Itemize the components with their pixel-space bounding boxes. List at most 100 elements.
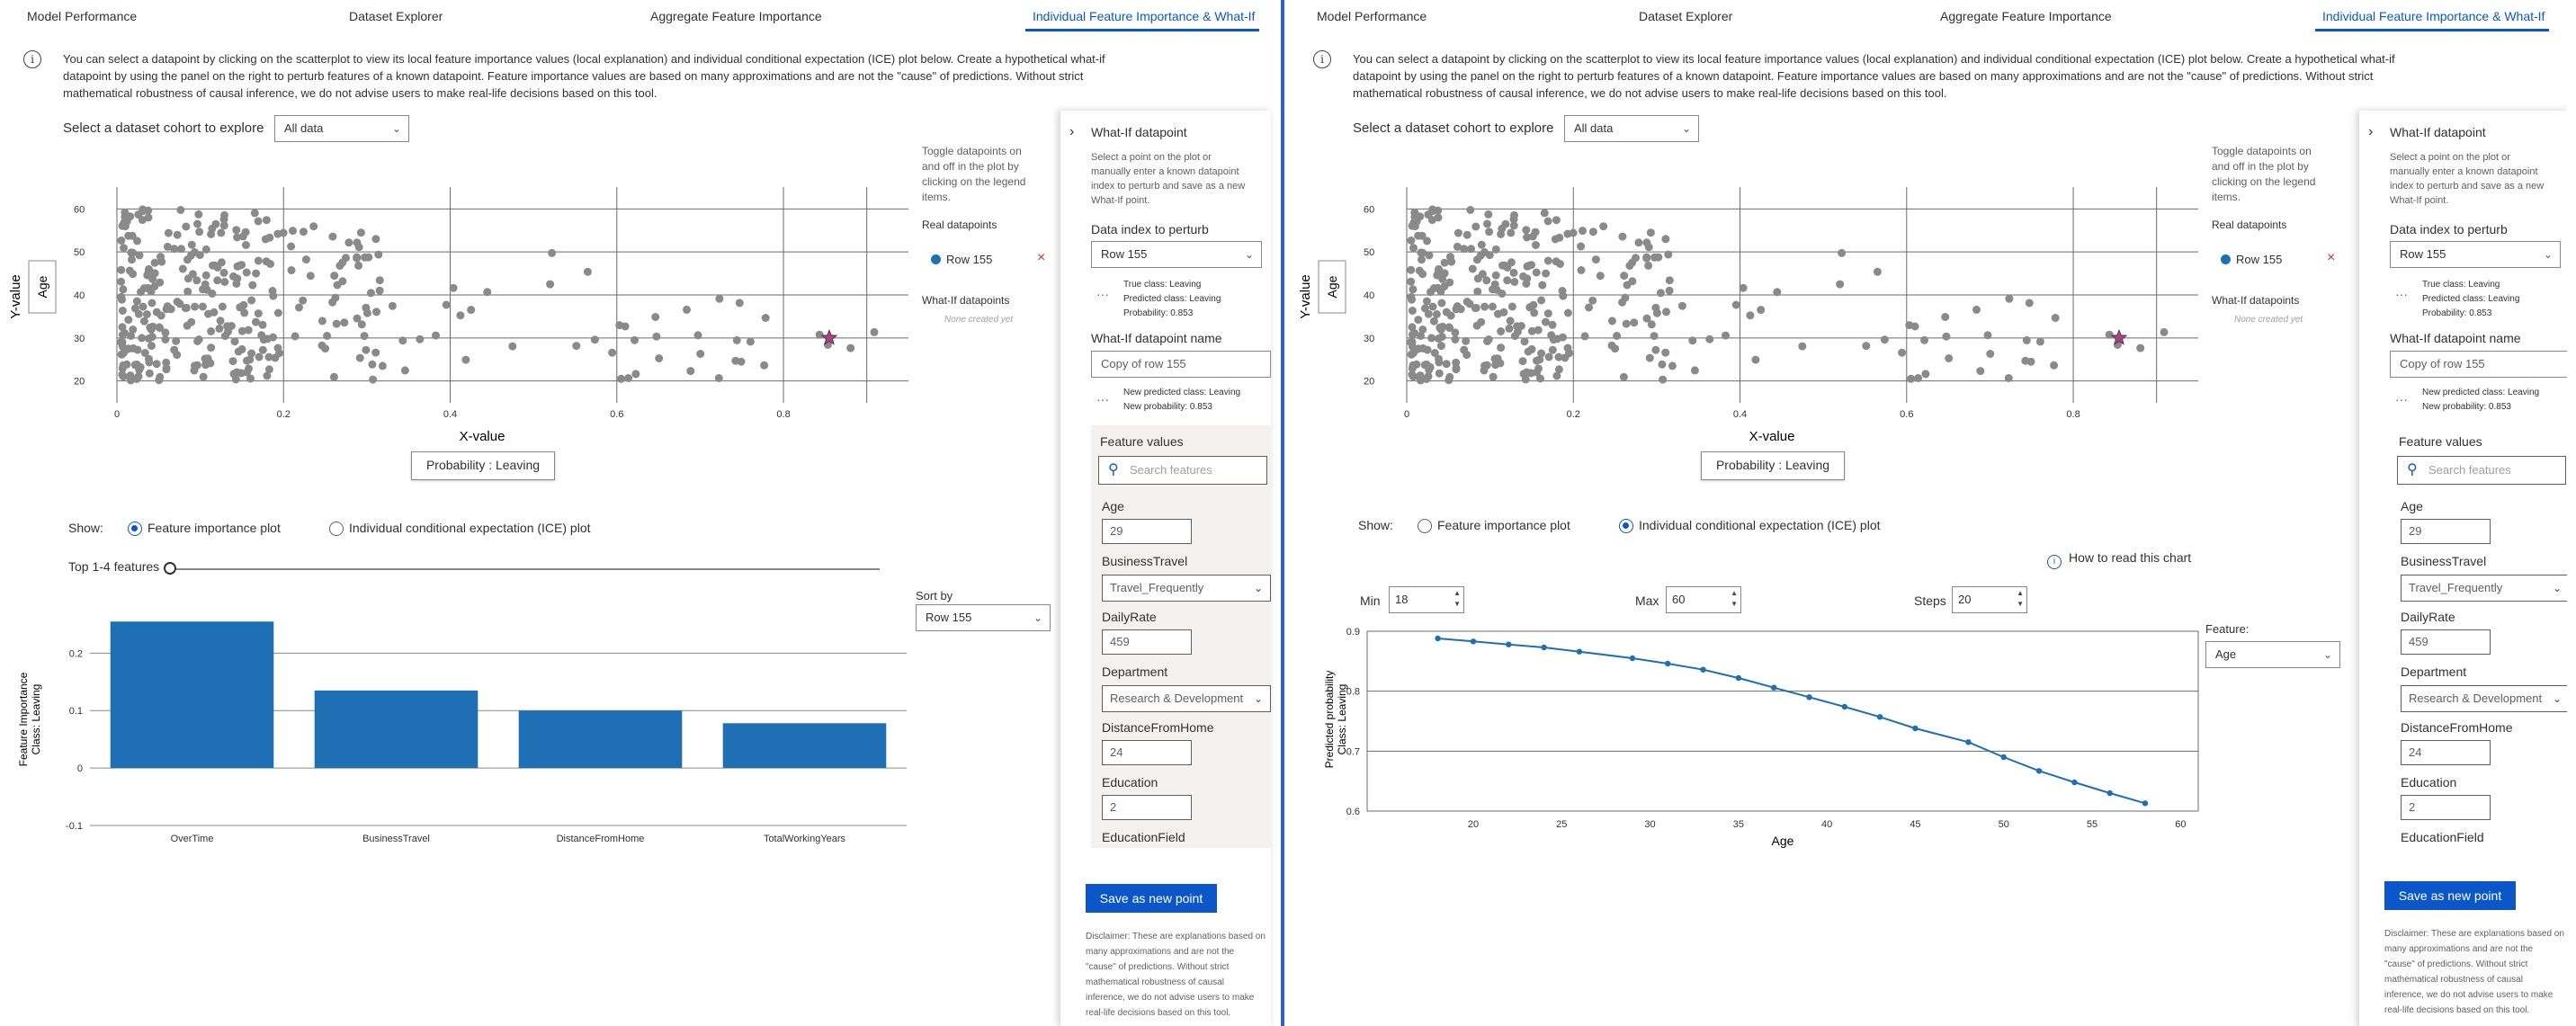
feature-dist-input[interactable]: 24 bbox=[2401, 740, 2491, 765]
ice-line[interactable] bbox=[1435, 635, 2149, 807]
spinner-arrows-icon[interactable]: ▲ ▼ bbox=[2017, 588, 2024, 610]
scatter-point bbox=[254, 217, 263, 226]
feature-values-title: Feature values bbox=[1100, 434, 1184, 449]
feature-dist-input[interactable]: 24 bbox=[1102, 740, 1192, 765]
feature-age-input[interactable]: 29 bbox=[2401, 519, 2491, 544]
whatif-name-input[interactable]: Copy of row 155 bbox=[2390, 351, 2567, 378]
scatter-point bbox=[1623, 281, 1632, 290]
feature-rate-input[interactable]: 459 bbox=[2401, 629, 2491, 655]
top-features-slider-thumb[interactable] bbox=[164, 562, 176, 575]
feature-edu-input[interactable]: 2 bbox=[1102, 795, 1192, 820]
scatter-point bbox=[1656, 289, 1665, 298]
spinner-arrows-icon[interactable]: ▲ ▼ bbox=[1731, 588, 1738, 610]
index-dropdown[interactable]: Row 155 ⌄ bbox=[2390, 241, 2561, 268]
legend-whatif-none: None created yet bbox=[944, 315, 1014, 325]
x-axis-selector[interactable]: Probability : Leaving bbox=[1701, 451, 1845, 480]
scatter-point bbox=[442, 300, 451, 309]
cohort-dropdown[interactable]: All data ⌄ bbox=[1564, 115, 1699, 142]
feature-search-input[interactable]: ⚲ Search features bbox=[1098, 456, 1267, 485]
scatter-point bbox=[1661, 348, 1670, 357]
ice-point bbox=[1735, 674, 1742, 682]
feature-dept-dropdown[interactable]: Research & Development ⌄ bbox=[2401, 685, 2567, 712]
scatter-point bbox=[1422, 360, 1431, 369]
tab-aggregate-feature-importance[interactable]: Aggregate Feature Importance bbox=[1940, 9, 2112, 23]
index-value: Row 155 bbox=[1101, 247, 1148, 261]
steps-spinner[interactable]: 20 ▲ ▼ bbox=[1952, 586, 2027, 613]
tab-individual-feature-importance[interactable]: Individual Feature Importance & What-If bbox=[2322, 9, 2545, 23]
remove-icon[interactable]: × bbox=[1037, 250, 1045, 266]
sort-by-dropdown[interactable]: Row 155 ⌄ bbox=[916, 604, 1051, 631]
feature-age-input[interactable]: 29 bbox=[1102, 519, 1192, 544]
scatter-point bbox=[1424, 309, 1433, 318]
feature-search-input[interactable]: ⚲ Search features bbox=[2397, 456, 2566, 485]
x-axis-selector[interactable]: Probability : Leaving bbox=[411, 451, 555, 480]
collapse-panel-icon[interactable]: › bbox=[1069, 124, 1074, 140]
radio-ice[interactable]: Individual conditional expectation (ICE)… bbox=[329, 521, 591, 536]
legend-item-row-155[interactable]: Row 155 bbox=[931, 253, 992, 266]
remove-icon[interactable]: × bbox=[2327, 250, 2335, 266]
scatter-point bbox=[1472, 321, 1481, 330]
scatter-point bbox=[1482, 361, 1491, 370]
scatter-point bbox=[170, 345, 179, 354]
ice-point bbox=[1771, 684, 1777, 691]
search-icon: ⚲ bbox=[2407, 462, 2418, 477]
save-as-new-point-button[interactable]: Save as new point bbox=[2384, 881, 2516, 910]
ice-point bbox=[1506, 641, 1512, 647]
ice-point bbox=[2071, 779, 2078, 786]
scatter-y-ticks: 20 30 40 50 60 bbox=[74, 204, 85, 387]
tab-aggregate-feature-importance[interactable]: Aggregate Feature Importance bbox=[650, 9, 822, 23]
scatter-point bbox=[1499, 308, 1508, 317]
left-pane: Model Performance Dataset Explorer Aggre… bbox=[0, 0, 1277, 1026]
fi-bars[interactable] bbox=[110, 621, 887, 769]
legend-item-row-155[interactable]: Row 155 bbox=[2221, 253, 2282, 266]
fi-y-tick: -0.1 bbox=[66, 821, 83, 832]
feature-rate-input[interactable]: 459 bbox=[1102, 629, 1192, 655]
save-as-new-point-button[interactable]: Save as new point bbox=[1086, 884, 1217, 913]
tab-dataset-explorer[interactable]: Dataset Explorer bbox=[1639, 9, 1732, 23]
scatter-point bbox=[583, 267, 592, 276]
feature-travel-dropdown[interactable]: Travel_Frequently ⌄ bbox=[2401, 575, 2567, 602]
collapse-panel-icon[interactable]: › bbox=[2368, 124, 2373, 140]
radio-feature-importance[interactable]: Feature importance plot bbox=[1418, 518, 1570, 533]
ice-feature-dropdown[interactable]: Age ⌄ bbox=[2205, 641, 2340, 668]
more-icon: ··· bbox=[2395, 392, 2408, 406]
predicted-class: Predicted class: Leaving bbox=[2422, 294, 2520, 304]
scatter-point bbox=[1408, 370, 1417, 379]
scatter-point bbox=[1506, 317, 1515, 326]
scatter-plot[interactable]: 20 30 40 50 60 0 0.2 0.4 0.6 0.8 Y-value Age X-v… bbox=[0, 171, 926, 495]
max-value: 60 bbox=[1672, 593, 1686, 606]
ice-point bbox=[1435, 635, 1441, 642]
scatter-point bbox=[295, 303, 303, 312]
tab-dataset-explorer[interactable]: Dataset Explorer bbox=[349, 9, 443, 23]
scatter-point bbox=[299, 228, 308, 236]
scatter-plot[interactable]: 20 30 40 50 60 0 0.2 0.4 0.6 0.8 Y-value Age X-v… bbox=[1290, 171, 2216, 495]
min-spinner[interactable]: 18 ▲ ▼ bbox=[1389, 586, 1464, 613]
radio-ice[interactable]: Individual conditional expectation (ICE)… bbox=[1619, 518, 1881, 533]
scatter-point bbox=[360, 332, 369, 341]
feature-edu-input[interactable]: 2 bbox=[2401, 795, 2491, 820]
index-dropdown[interactable]: Row 155 ⌄ bbox=[1091, 241, 1262, 268]
feature-travel-dropdown[interactable]: Travel_Frequently ⌄ bbox=[1102, 575, 1271, 602]
max-spinner[interactable]: 60 ▲ ▼ bbox=[1666, 586, 1741, 613]
scatter-point bbox=[1533, 356, 1541, 365]
scatter-point bbox=[1646, 228, 1655, 237]
tab-individual-feature-importance[interactable]: Individual Feature Importance & What-If bbox=[1033, 9, 1255, 23]
feature-dept-dropdown[interactable]: Research & Development ⌄ bbox=[1102, 685, 1271, 712]
how-to-read-link[interactable]: i How to read this chart bbox=[2047, 550, 2191, 569]
max-label: Max bbox=[1635, 593, 1659, 608]
scatter-point bbox=[1418, 231, 1427, 240]
spinner-arrows-icon[interactable]: ▲ ▼ bbox=[1453, 588, 1461, 610]
how-to-read-label: How to read this chart bbox=[2069, 550, 2192, 565]
scatter-point bbox=[1489, 372, 1498, 381]
scatter-point bbox=[1591, 255, 1600, 264]
scatter-point bbox=[333, 281, 342, 290]
cohort-dropdown[interactable]: All data ⌄ bbox=[274, 115, 409, 142]
tab-model-performance[interactable]: Model Performance bbox=[27, 9, 137, 23]
scatter-point bbox=[398, 336, 407, 345]
scatter-point bbox=[1483, 219, 1491, 228]
radio-feature-importance[interactable]: Feature importance plot bbox=[128, 521, 281, 536]
scatter-point bbox=[1520, 337, 1529, 346]
whatif-name-input[interactable]: Copy of row 155 bbox=[1091, 351, 1271, 378]
top-features-slider-track[interactable] bbox=[169, 568, 880, 570]
tab-model-performance[interactable]: Model Performance bbox=[1317, 9, 1427, 23]
